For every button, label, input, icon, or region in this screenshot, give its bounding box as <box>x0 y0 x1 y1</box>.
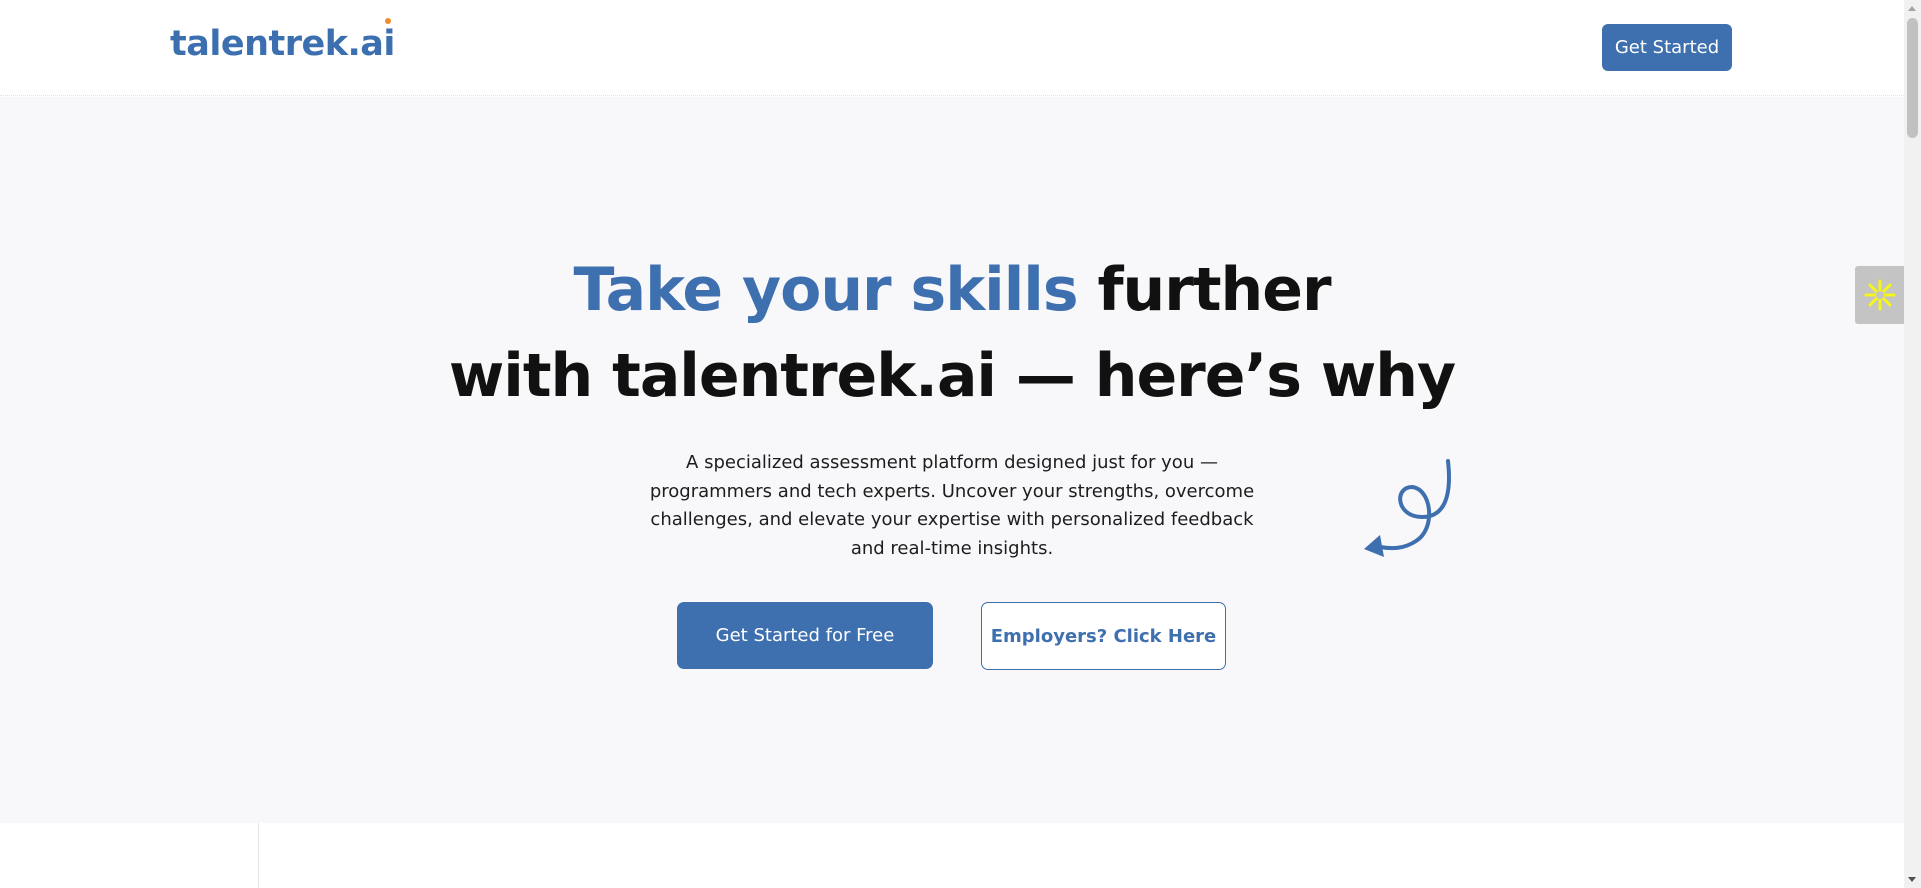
site-header: talentrek.ai Get Started <box>0 0 1904 96</box>
curly-arrow-icon <box>1364 459 1451 557</box>
asterisk-icon <box>1864 279 1895 311</box>
scrollbar-thumb[interactable] <box>1907 18 1918 138</box>
logo-accent-dot <box>384 18 391 24</box>
logo-text: talentrek.ai <box>170 24 395 64</box>
page-scrollbar[interactable] <box>1904 0 1921 888</box>
next-section <box>0 823 1904 888</box>
header-get-started-button[interactable]: Get Started <box>1602 24 1732 71</box>
section-divider <box>258 823 259 888</box>
headline-accent: Take your skills <box>573 255 1078 325</box>
get-started-free-button[interactable]: Get Started for Free <box>677 602 933 669</box>
headline-line2: with talentrek.ai — here’s why <box>448 341 1456 411</box>
hero-headline: Take your skills further with talentrek.… <box>0 247 1904 419</box>
logo[interactable]: talentrek.ai <box>170 18 395 64</box>
hero-description: A specialized assessment platform design… <box>649 452 1255 559</box>
employers-button[interactable]: Employers? Click Here <box>981 602 1226 670</box>
scroll-down-arrow-icon[interactable] <box>1908 877 1916 882</box>
scroll-up-arrow-icon[interactable] <box>1908 6 1916 11</box>
hero-section: Take your skills further with talentrek.… <box>0 97 1904 823</box>
page: talentrek.ai Get Started Take your skill… <box>0 0 1921 888</box>
side-widget[interactable] <box>1855 266 1904 324</box>
headline-line1-rest: further <box>1077 255 1331 325</box>
